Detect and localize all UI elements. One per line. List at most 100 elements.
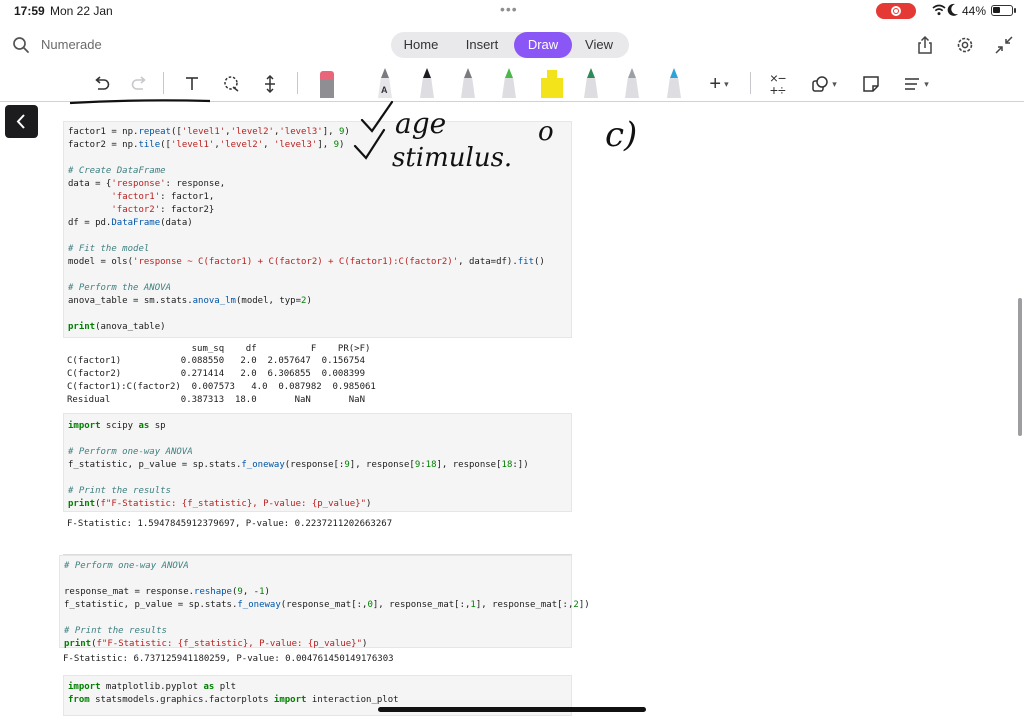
code-token: :]) (512, 460, 529, 470)
highlighter-icon[interactable] (540, 68, 564, 98)
code-token: : response, (165, 179, 226, 189)
code-token: (response_mat[:, (280, 600, 368, 610)
code-token: ], response[ (436, 460, 502, 470)
undo-icon[interactable] (90, 70, 112, 98)
code-line: # Perform one-way ANOVA (68, 446, 571, 459)
code-token: 'level1' (181, 127, 226, 137)
code-token: (response[: (284, 460, 345, 470)
code-token: # Create DataFrame (68, 166, 166, 176)
code-line: 'factor1': factor1, (68, 191, 571, 204)
code-token: 18 (425, 460, 437, 470)
tab-draw[interactable]: Draw (514, 32, 572, 58)
scrollbar[interactable] (1018, 298, 1022, 436)
text-tool-icon[interactable] (181, 70, 203, 98)
code-token: 'response' (111, 179, 166, 189)
code-text[interactable]: import matplotlib.pyplot as plt from stat… (64, 676, 571, 707)
pen-icon[interactable] (665, 68, 683, 98)
sticky-note-icon[interactable] (860, 70, 882, 98)
code-line: print(f"F-Statistic: {f_statistic}, P-va… (64, 638, 571, 651)
code-token: from (68, 695, 90, 705)
code-token: # Fit the model (68, 244, 150, 254)
tab-insert[interactable]: Insert (453, 32, 511, 58)
code-token: f"F-Statistic: {f_statistic}, P-value: {… (96, 639, 363, 649)
code-line: # Fit the model (68, 243, 571, 256)
chevron-left-icon (16, 114, 25, 129)
pen-icon[interactable] (582, 68, 600, 98)
code-token: ], response_mat[:, (372, 600, 471, 610)
pencil-icon[interactable] (623, 68, 641, 98)
code-token: ], response[ (349, 460, 415, 470)
pen-icon[interactable]: A (376, 68, 394, 98)
search-icon[interactable] (12, 36, 30, 54)
code-token: sp (149, 421, 166, 431)
code-text[interactable]: import scipy as sp # Perform one-way ANO… (64, 414, 571, 511)
code-token: ([ (170, 127, 182, 137)
code-token: statsmodels.graphics.factorplots (89, 695, 274, 705)
collapse-arrows-icon[interactable] (994, 35, 1014, 55)
redo-icon[interactable] (129, 70, 151, 98)
code-token: import (68, 421, 101, 431)
anova-output-row: Residual 0.387313 18.0 NaN NaN (67, 395, 366, 405)
insert-space-icon[interactable] (259, 70, 281, 98)
code-token: data = { (68, 179, 112, 189)
code-token: factor2 = np. (68, 140, 139, 150)
code-token: fit (517, 257, 535, 267)
code-text[interactable]: # Perform one-way ANOVA response_mat = r… (60, 556, 590, 651)
tab-home[interactable]: Home (395, 32, 447, 58)
code-line: data = {'response': response, (68, 178, 571, 191)
code-line: f_statistic, p_value = sp.stats.f_oneway… (68, 459, 571, 472)
lasso-icon[interactable] (220, 70, 242, 98)
notebook-title[interactable]: Numerade (41, 37, 102, 52)
share-icon[interactable] (915, 35, 935, 55)
code-token: ) (366, 499, 372, 509)
code-token: f_statistic, p_value = sp.stats. (68, 460, 242, 470)
code-line: f_statistic, p_value = sp.stats.f_oneway… (64, 599, 590, 612)
code-token: scipy (100, 421, 139, 431)
code-token: 'level3' (273, 140, 318, 150)
code-line: print(anova_table) (68, 321, 571, 334)
code-token: : factor2} (160, 205, 215, 215)
code-line: import scipy as sp (68, 420, 571, 433)
code-token: response_mat = response. (64, 587, 195, 597)
home-indicator[interactable] (378, 707, 646, 712)
code-token: ) (344, 127, 350, 137)
code-token: () (534, 257, 545, 267)
screen-recording-icon[interactable] (876, 3, 916, 19)
code-token: # Perform the ANOVA (68, 283, 171, 293)
add-pen-button[interactable]: + ▾ (703, 70, 735, 98)
eraser-icon[interactable] (318, 68, 336, 98)
shapes-icon[interactable]: ▾ (806, 70, 842, 98)
code-text[interactable]: factor1 = np.repeat(['level1','level2','… (64, 122, 571, 334)
code-token: interaction_plot (306, 695, 399, 705)
code-cell-oneway[interactable]: # Perform one-way ANOVA response_mat = r… (59, 555, 590, 651)
code-token: 'level2' (219, 140, 264, 150)
code-token: as (203, 682, 215, 692)
back-button[interactable] (5, 105, 38, 138)
tab-view[interactable]: View (575, 32, 623, 58)
status-date: Mon 22 Jan (50, 4, 113, 18)
code-token: ], (317, 140, 334, 150)
code-line: # Perform one-way ANOVA (64, 560, 571, 573)
code-token: (anova_table) (95, 322, 166, 332)
code-token: factor1 = np. (68, 127, 139, 137)
code-cell-anova[interactable]: factor1 = np.repeat(['level1','level2','… (63, 121, 572, 338)
code-token: f_statistic, p_value = sp.stats. (64, 600, 238, 610)
code-cell-scipy[interactable]: import scipy as sp # Perform one-way ANO… (63, 413, 572, 512)
code-token: import (273, 695, 307, 705)
code-token: 'level2' (230, 127, 274, 137)
math-icon[interactable]: ×− +÷ (766, 70, 790, 98)
pen-icon[interactable] (500, 68, 518, 98)
gear-icon[interactable] (955, 35, 975, 55)
code-token: , data=df). (458, 257, 518, 267)
code-token: print (64, 639, 92, 649)
multitask-dots-icon[interactable]: ••• (500, 1, 518, 17)
ink-to-text-icon[interactable]: ▾ (898, 70, 934, 98)
pen-icon[interactable] (418, 68, 436, 98)
pen-icon[interactable] (459, 68, 477, 98)
